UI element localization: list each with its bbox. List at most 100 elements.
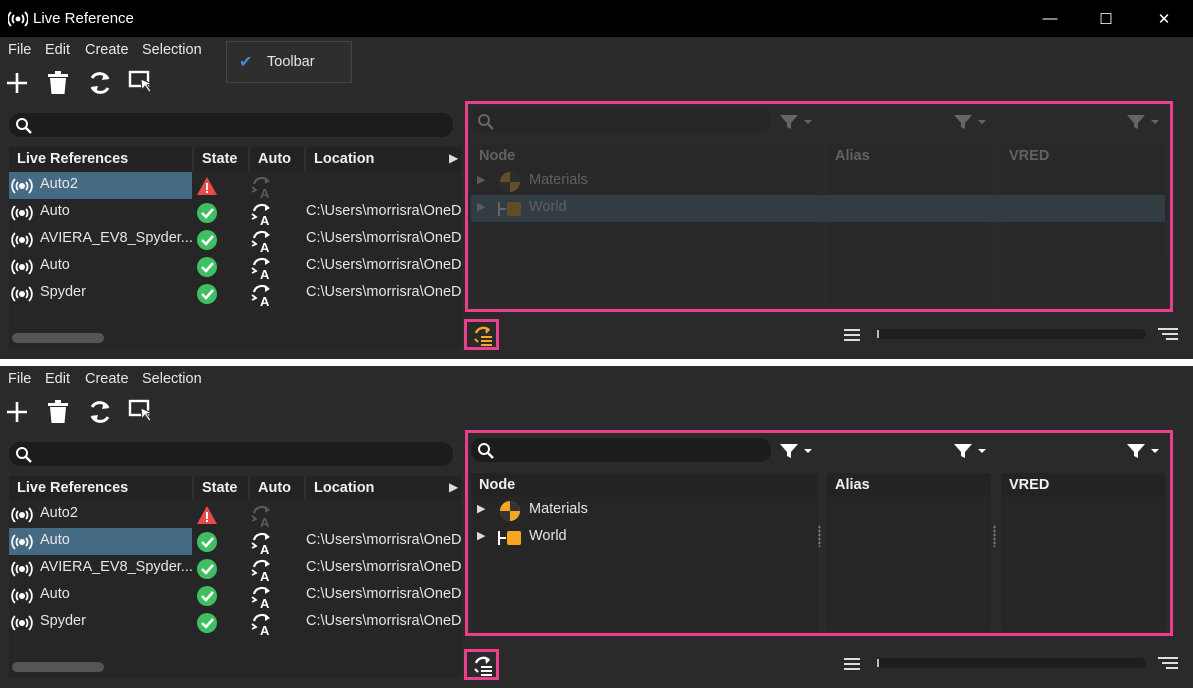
tree-item[interactable]: ▶ Materials [471, 497, 818, 524]
live-reference-search[interactable] [9, 442, 453, 466]
delete-button[interactable] [44, 69, 72, 97]
alias-filter-button[interactable] [952, 112, 992, 132]
tree-item[interactable]: ▶ World [471, 524, 818, 551]
expand-arrow-icon[interactable]: ▶ [477, 529, 485, 542]
column-header-alias[interactable]: Alias [827, 473, 991, 497]
auto-update-icon[interactable]: A [250, 283, 274, 307]
zoom-slider[interactable] [876, 658, 1146, 668]
col-auto[interactable]: Auto [250, 147, 306, 171]
tree-item[interactable]: ▶ World [471, 195, 818, 222]
live-reference-panel-top: File Edit Create Selection ✔ Toolbar Liv… [0, 37, 1193, 359]
add-button[interactable] [3, 398, 31, 426]
refresh-button[interactable] [86, 398, 114, 426]
table-row[interactable]: Spyder A C:\Users\morrisra\OneD [9, 280, 461, 307]
close-button[interactable]: ✕ [1135, 0, 1193, 37]
sync-toggle-button[interactable] [464, 319, 499, 350]
auto-update-icon[interactable]: A [250, 504, 274, 528]
zoom-slider[interactable] [876, 329, 1146, 339]
column-resize-grip[interactable] [993, 525, 996, 547]
table-row[interactable]: Auto A C:\Users\morrisra\OneD [9, 253, 461, 280]
menu-file[interactable]: File [8, 42, 31, 58]
col-state[interactable]: State [194, 147, 250, 171]
menu-selection[interactable]: Selection [142, 371, 202, 387]
auto-update-icon[interactable]: A [250, 558, 274, 582]
auto-update-icon[interactable]: A [250, 612, 274, 636]
auto-update-icon[interactable]: A [250, 229, 274, 253]
table-row[interactable]: Auto A C:\Users\morrisra\OneD [9, 528, 461, 555]
maximize-button[interactable]: ☐ [1077, 0, 1135, 37]
outliner-search[interactable] [471, 109, 771, 133]
delete-button[interactable] [44, 398, 72, 426]
auto-update-icon[interactable]: A [250, 585, 274, 609]
table-row[interactable]: Auto A C:\Users\morrisra\OneD [9, 582, 461, 609]
live-reference-name: Auto [40, 257, 70, 273]
list-view-icon[interactable] [843, 657, 861, 671]
svg-text:A: A [260, 596, 270, 609]
menu-edit[interactable]: Edit [45, 42, 70, 58]
auto-update-icon[interactable]: A [250, 531, 274, 555]
add-button[interactable] [3, 69, 31, 97]
expand-arrow-icon[interactable]: ▶ [477, 173, 485, 186]
horizontal-scrollbar[interactable] [12, 662, 104, 672]
col-location[interactable]: Location [306, 147, 461, 171]
menu-file[interactable]: File [8, 371, 31, 387]
materials-icon [500, 501, 520, 521]
sync-toggle-button[interactable] [464, 649, 499, 680]
vred-filter-button[interactable] [1125, 441, 1165, 461]
column-resize-grip[interactable] [818, 525, 821, 547]
refresh-button[interactable] [86, 69, 114, 97]
menu-edit[interactable]: Edit [45, 371, 70, 387]
expand-arrow-icon[interactable]: ▶ [477, 200, 485, 213]
minimize-button[interactable]: — [1021, 0, 1079, 37]
menu-create[interactable]: Create [85, 42, 129, 58]
tree-item[interactable]: ▶ Materials [471, 168, 818, 195]
auto-update-icon[interactable]: A [250, 256, 274, 280]
location-path: C:\Users\morrisra\OneD [306, 257, 461, 273]
expand-arrow-icon[interactable]: ▶ [477, 502, 485, 515]
auto-update-icon[interactable]: A [250, 202, 274, 226]
vred-filter-button[interactable] [1125, 112, 1165, 132]
outliner-search[interactable] [471, 438, 771, 462]
table-row[interactable]: Auto A C:\Users\morrisra\OneD [9, 199, 461, 226]
node-filter-button[interactable] [778, 112, 818, 132]
list-view-icon[interactable] [843, 328, 861, 342]
outliner-highlight-frame: Node Alias VRED ▶ Materials ▶ World [465, 101, 1173, 312]
column-header-vred[interactable]: VRED [1001, 144, 1165, 168]
table-row[interactable]: Auto2 A [9, 501, 461, 528]
col-auto[interactable]: Auto [250, 476, 306, 500]
select-in-scene-button[interactable] [128, 69, 156, 97]
menu-selection[interactable]: Selection [142, 42, 202, 58]
col-live-references[interactable]: Live References [9, 147, 194, 171]
tree-item-label: Materials [529, 172, 588, 188]
scroll-right-arrow-icon[interactable]: ▶ [449, 151, 458, 165]
col-state[interactable]: State [194, 476, 250, 500]
table-row[interactable]: Auto2 A [9, 172, 461, 199]
ok-check-icon [197, 586, 217, 606]
column-header-node[interactable]: Node [471, 473, 818, 497]
menu-create[interactable]: Create [85, 371, 129, 387]
hierarchy-view-icon[interactable] [1157, 656, 1179, 672]
alias-filter-button[interactable] [952, 441, 992, 461]
live-reference-app-icon [8, 11, 28, 27]
live-reference-name: Spyder [40, 284, 86, 300]
column-header-node[interactable]: Node [471, 144, 818, 168]
table-row[interactable]: Spyder A C:\Users\morrisra\OneD [9, 609, 461, 636]
column-header-vred[interactable]: VRED [1001, 473, 1165, 497]
table-row[interactable]: AVIERA_EV8_Spyder... A C:\Users\morrisra\O… [9, 555, 461, 582]
zoom-slider-handle[interactable] [877, 659, 879, 667]
zoom-slider-handle[interactable] [877, 330, 879, 338]
search-icon [16, 118, 32, 134]
select-in-scene-button[interactable] [128, 398, 156, 426]
toolbar-menu-item[interactable]: Toolbar [267, 54, 315, 70]
table-row[interactable]: AVIERA_EV8_Spyder... A C:\Users\morrisra\O… [9, 226, 461, 253]
column-header-alias[interactable]: Alias [827, 144, 991, 168]
search-icon [478, 114, 494, 130]
horizontal-scrollbar[interactable] [12, 333, 104, 343]
live-reference-search[interactable] [9, 113, 453, 137]
scroll-right-arrow-icon[interactable]: ▶ [449, 480, 458, 494]
hierarchy-view-icon[interactable] [1157, 327, 1179, 343]
col-live-references[interactable]: Live References [9, 476, 194, 500]
col-location[interactable]: Location [306, 476, 461, 500]
node-filter-button[interactable] [778, 441, 818, 461]
auto-update-icon[interactable]: A [250, 175, 274, 199]
